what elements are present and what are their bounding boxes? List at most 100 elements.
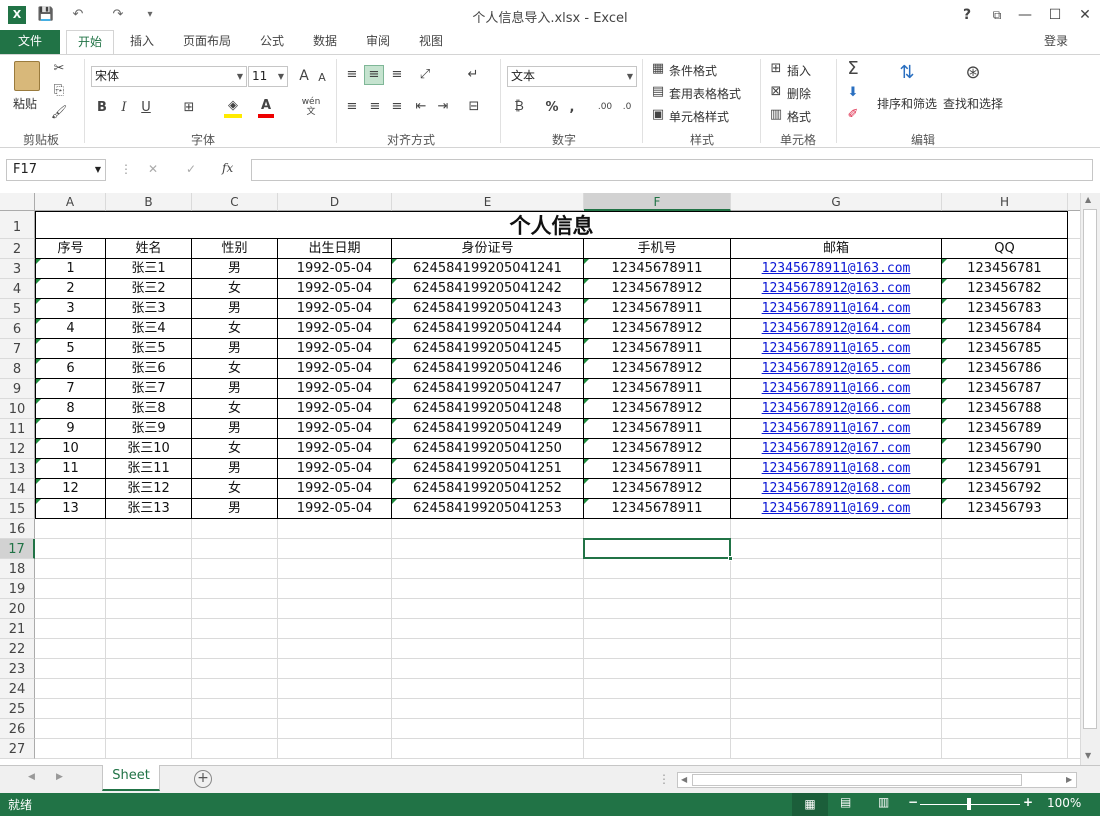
tab-data[interactable]: 数据 bbox=[305, 30, 345, 54]
table-cell[interactable]: 12345678911 bbox=[584, 379, 731, 399]
table-cell[interactable]: 张三13 bbox=[106, 499, 192, 519]
cell-a16[interactable] bbox=[35, 519, 106, 539]
row-header-11[interactable]: 11 bbox=[0, 419, 35, 439]
cell-h26[interactable] bbox=[942, 719, 1068, 739]
tab-file[interactable]: 文件 bbox=[0, 30, 60, 54]
table-cell[interactable]: 1992-05-04 bbox=[278, 299, 392, 319]
table-cell[interactable]: 女 bbox=[192, 279, 278, 299]
zoom-level[interactable]: 100% bbox=[1047, 796, 1081, 810]
table-cell[interactable]: 张三6 bbox=[106, 359, 192, 379]
shrink-font-icon[interactable]: A bbox=[315, 70, 329, 86]
ribbon-display-options-button[interactable]: ⧉ bbox=[984, 4, 1010, 26]
column-header-d[interactable]: D bbox=[278, 193, 392, 211]
table-cell[interactable]: 123456792 bbox=[942, 479, 1068, 499]
header-cell-d[interactable]: 出生日期 bbox=[278, 239, 392, 259]
cell-styles-icon[interactable]: ▣ bbox=[650, 107, 666, 123]
table-cell[interactable]: 123456793 bbox=[942, 499, 1068, 519]
page-break-view-icon[interactable]: ▥ bbox=[878, 795, 889, 809]
cell-d21[interactable] bbox=[278, 619, 392, 639]
cell-d26[interactable] bbox=[278, 719, 392, 739]
find-select-button[interactable]: 查找和选择 bbox=[943, 95, 1003, 112]
decrease-indent-icon[interactable]: ⇤ bbox=[412, 99, 430, 115]
email-link[interactable]: 12345678912@165.com bbox=[731, 359, 942, 379]
cell-e27[interactable] bbox=[392, 739, 584, 759]
cell-h21[interactable] bbox=[942, 619, 1068, 639]
table-cell[interactable]: 女 bbox=[192, 319, 278, 339]
cell-g21[interactable] bbox=[731, 619, 942, 639]
horizontal-scroll-thumb[interactable] bbox=[692, 774, 1022, 786]
table-cell[interactable]: 5 bbox=[35, 339, 106, 359]
table-cell[interactable]: 张三2 bbox=[106, 279, 192, 299]
table-cell[interactable]: 张三11 bbox=[106, 459, 192, 479]
table-cell[interactable]: 1992-05-04 bbox=[278, 439, 392, 459]
cell-d18[interactable] bbox=[278, 559, 392, 579]
cell-a17[interactable] bbox=[35, 539, 106, 559]
cell-f27[interactable] bbox=[584, 739, 731, 759]
cut-icon[interactable]: ✂ bbox=[50, 61, 68, 77]
tab-page-layout[interactable]: 页面布局 bbox=[176, 30, 238, 54]
table-cell[interactable]: 张三3 bbox=[106, 299, 192, 319]
binoculars-icon[interactable]: ⊛ bbox=[958, 63, 988, 83]
table-cell[interactable]: 1992-05-04 bbox=[278, 339, 392, 359]
column-header-g[interactable]: G bbox=[731, 193, 942, 211]
cell-f22[interactable] bbox=[584, 639, 731, 659]
row-header-14[interactable]: 14 bbox=[0, 479, 35, 499]
table-cell[interactable]: 123456781 bbox=[942, 259, 1068, 279]
cell-b20[interactable] bbox=[106, 599, 192, 619]
copy-icon[interactable]: ⎘ bbox=[50, 83, 68, 99]
table-cell[interactable]: 624584199205041252 bbox=[392, 479, 584, 499]
cell-g17[interactable] bbox=[731, 539, 942, 559]
paste-icon[interactable] bbox=[14, 61, 40, 91]
cell-e16[interactable] bbox=[392, 519, 584, 539]
maximize-button[interactable]: ☐ bbox=[1042, 4, 1068, 26]
cell-e21[interactable] bbox=[392, 619, 584, 639]
conditional-formatting-button[interactable]: 条件格式 bbox=[669, 62, 717, 79]
header-cell-e[interactable]: 身份证号 bbox=[392, 239, 584, 259]
font-size-select[interactable]: 11 ▼ bbox=[248, 66, 288, 87]
comma-style-button[interactable]: , bbox=[566, 100, 578, 116]
table-cell[interactable]: 123456790 bbox=[942, 439, 1068, 459]
tab-home[interactable]: 开始 bbox=[66, 30, 114, 55]
table-cell[interactable]: 9 bbox=[35, 419, 106, 439]
merge-center-icon[interactable]: ⊟ bbox=[464, 99, 484, 115]
email-link[interactable]: 12345678912@168.com bbox=[731, 479, 942, 499]
table-cell[interactable]: 男 bbox=[192, 299, 278, 319]
row-header-16[interactable]: 16 bbox=[0, 519, 35, 539]
align-right-icon[interactable]: ≡ bbox=[388, 99, 406, 115]
table-cell[interactable]: 624584199205041253 bbox=[392, 499, 584, 519]
tab-split-handle[interactable]: ⋮ bbox=[658, 772, 670, 786]
sort-filter-icon[interactable]: ⇅ bbox=[892, 63, 922, 83]
cell-c22[interactable] bbox=[192, 639, 278, 659]
wrap-text-icon[interactable]: ↵ bbox=[464, 67, 482, 83]
cell-c26[interactable] bbox=[192, 719, 278, 739]
cell-e23[interactable] bbox=[392, 659, 584, 679]
cell-b16[interactable] bbox=[106, 519, 192, 539]
cell-f20[interactable] bbox=[584, 599, 731, 619]
row-header-1[interactable]: 1 bbox=[0, 211, 35, 239]
add-sheet-button[interactable]: + bbox=[194, 770, 212, 788]
conditional-format-icon[interactable]: ▦ bbox=[650, 61, 666, 77]
column-header-b[interactable]: B bbox=[106, 193, 192, 211]
cell-f25[interactable] bbox=[584, 699, 731, 719]
row-header-25[interactable]: 25 bbox=[0, 699, 35, 719]
table-cell[interactable]: 123456783 bbox=[942, 299, 1068, 319]
table-cell[interactable]: 1992-05-04 bbox=[278, 419, 392, 439]
formula-input[interactable] bbox=[251, 159, 1093, 181]
table-cell[interactable]: 1992-05-04 bbox=[278, 279, 392, 299]
table-cell[interactable]: 12345678912 bbox=[584, 279, 731, 299]
table-cell[interactable]: 1992-05-04 bbox=[278, 399, 392, 419]
cell-c18[interactable] bbox=[192, 559, 278, 579]
table-cell[interactable]: 12345678911 bbox=[584, 259, 731, 279]
table-cell[interactable]: 624584199205041250 bbox=[392, 439, 584, 459]
email-link[interactable]: 12345678911@166.com bbox=[731, 379, 942, 399]
table-cell[interactable]: 3 bbox=[35, 299, 106, 319]
phonetic-guide-icon[interactable]: wén文 bbox=[300, 97, 322, 117]
row-header-22[interactable]: 22 bbox=[0, 639, 35, 659]
row-header-19[interactable]: 19 bbox=[0, 579, 35, 599]
cell-g24[interactable] bbox=[731, 679, 942, 699]
cell-d27[interactable] bbox=[278, 739, 392, 759]
row-header-4[interactable]: 4 bbox=[0, 279, 35, 299]
italic-button[interactable]: I bbox=[116, 100, 132, 116]
table-cell[interactable]: 1992-05-04 bbox=[278, 259, 392, 279]
cell-g20[interactable] bbox=[731, 599, 942, 619]
